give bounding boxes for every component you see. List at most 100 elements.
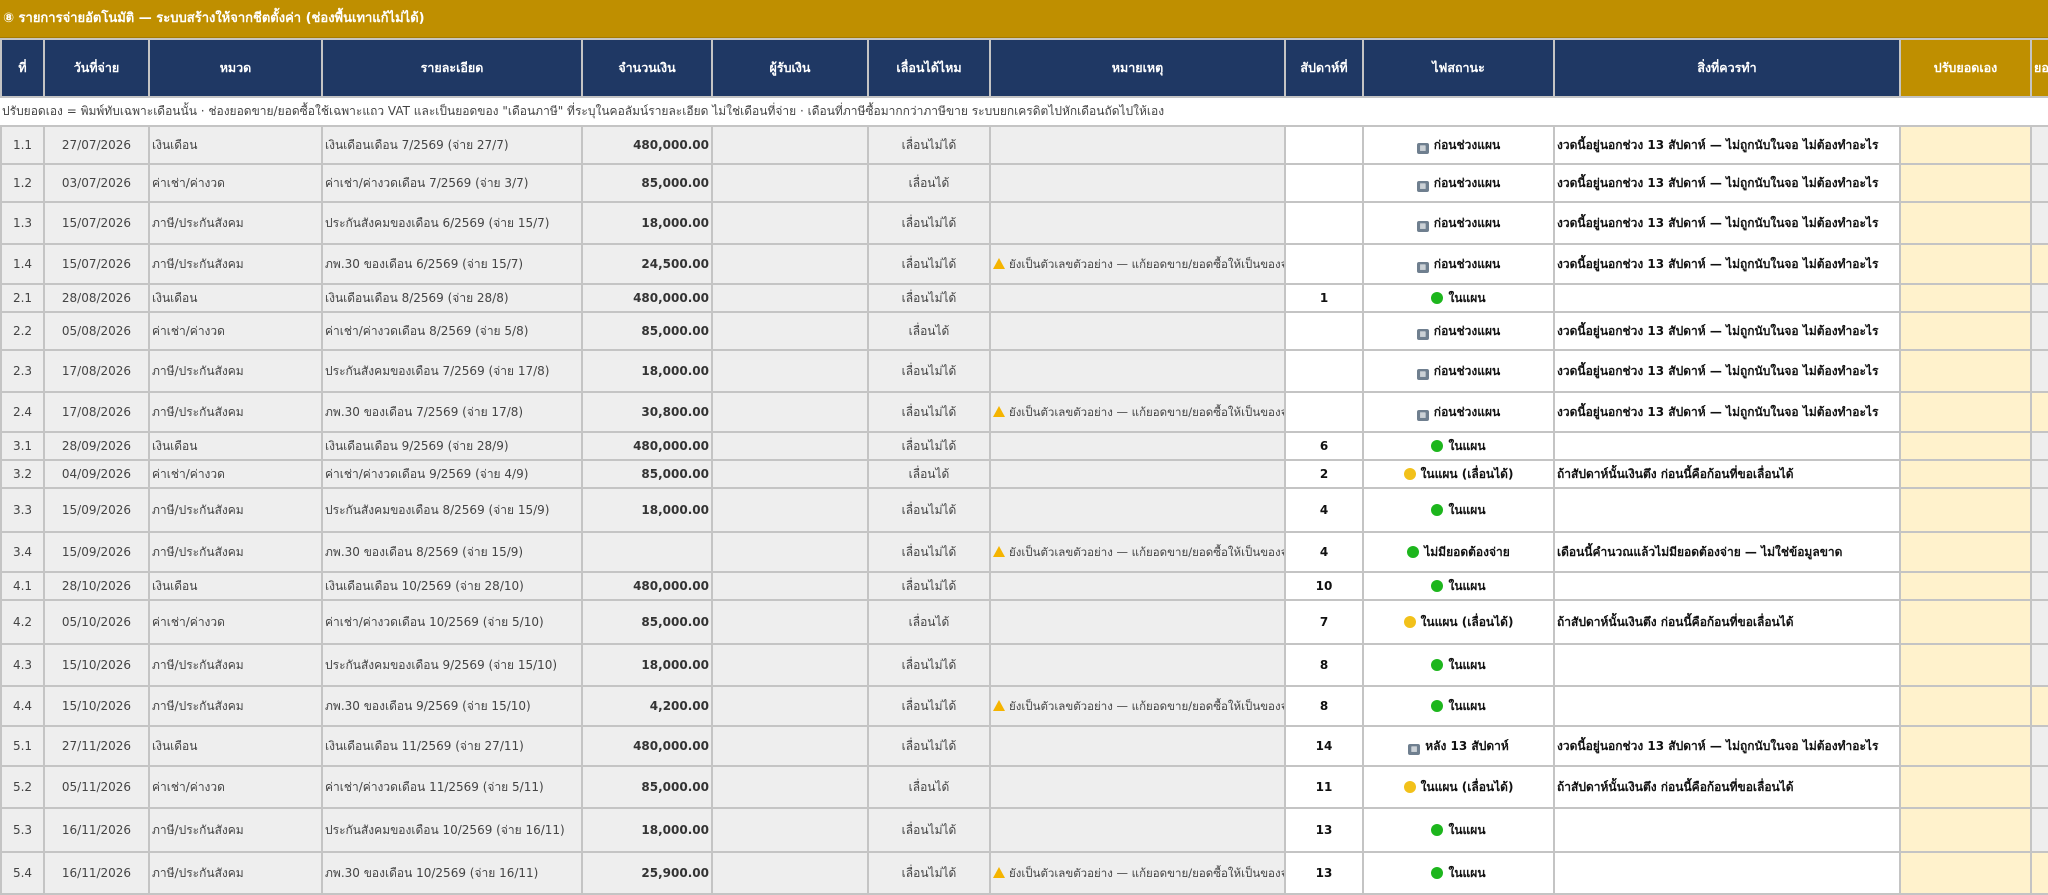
- table-row[interactable]: 2.3 17/08/2026 ภาษี/ประกันสังคม ประกันสังคม…: [0, 349, 2048, 393]
- table-row[interactable]: 2.1 28/08/2026 เงินเดือน เงินเดือนเดือน 8/2…: [0, 283, 2048, 313]
- status-light-cell[interactable]: ▦ ก่อนช่วงแผน: [1362, 201, 1555, 245]
- table-row[interactable]: 1.2 03/07/2026 ค่าเช่า/ค่างวด ค่าเช่า/ค่างว…: [0, 163, 2048, 203]
- col-header-detail[interactable]: รายละเอียด: [321, 38, 583, 98]
- manual-adjust-cell[interactable]: [1899, 571, 2032, 601]
- manual-adjust-cell[interactable]: [1899, 243, 2032, 285]
- manual-adjust-cell[interactable]: [1899, 431, 2032, 461]
- manual-adjust-cell[interactable]: [1899, 201, 2032, 245]
- col-header-week[interactable]: สัปดาห์ที่: [1284, 38, 1364, 98]
- recommended-action-cell[interactable]: ถ้าสัปดาห์นั้นเงินตึง ก่อนนี้คือก้อนที่ข…: [1553, 765, 1901, 809]
- status-light-cell[interactable]: ในแผน: [1362, 487, 1555, 533]
- status-light-cell[interactable]: ▦ ก่อนช่วงแผน: [1362, 243, 1555, 285]
- amount-cut-cell[interactable]: [2030, 531, 2048, 573]
- recommended-action-cell[interactable]: งวดนี้อยู่นอกช่วง 13 สัปดาห์ — ไม่ถูกนับ…: [1553, 243, 1901, 285]
- amount-cut-cell[interactable]: [2030, 243, 2048, 285]
- week-number-cell[interactable]: 14: [1284, 725, 1364, 767]
- manual-adjust-cell[interactable]: [1899, 725, 2032, 767]
- status-light-cell[interactable]: ▦ หลัง 13 สัปดาห์: [1362, 725, 1555, 767]
- week-number-cell[interactable]: [1284, 163, 1364, 203]
- status-light-cell[interactable]: ในแผน: [1362, 851, 1555, 895]
- manual-adjust-cell[interactable]: [1899, 807, 2032, 853]
- table-row[interactable]: 5.3 16/11/2026 ภาษี/ประกันสังคม ประกันสังคม…: [0, 807, 2048, 853]
- amount-cut-cell[interactable]: [2030, 765, 2048, 809]
- amount-cut-cell[interactable]: [2030, 725, 2048, 767]
- manual-adjust-cell[interactable]: [1899, 283, 2032, 313]
- status-light-cell[interactable]: ในแผน (เลื่อนได้): [1362, 459, 1555, 489]
- amount-cut-cell[interactable]: [2030, 685, 2048, 727]
- table-row[interactable]: 4.4 15/10/2026 ภาษี/ประกันสังคม ภพ.30 ของเด…: [0, 685, 2048, 727]
- week-number-cell[interactable]: 8: [1284, 685, 1364, 727]
- week-number-cell[interactable]: 10: [1284, 571, 1364, 601]
- amount-cut-cell[interactable]: [2030, 201, 2048, 245]
- status-light-cell[interactable]: ▦ ก่อนช่วงแผน: [1362, 391, 1555, 433]
- week-number-cell[interactable]: [1284, 391, 1364, 433]
- recommended-action-cell[interactable]: งวดนี้อยู่นอกช่วง 13 สัปดาห์ — ไม่ถูกนับ…: [1553, 311, 1901, 351]
- recommended-action-cell[interactable]: [1553, 807, 1901, 853]
- recommended-action-cell[interactable]: [1553, 685, 1901, 727]
- week-number-cell[interactable]: [1284, 311, 1364, 351]
- status-light-cell[interactable]: ▦ ก่อนช่วงแผน: [1362, 311, 1555, 351]
- table-row[interactable]: 5.2 05/11/2026 ค่าเช่า/ค่างวด ค่าเช่า/ค่างว…: [0, 765, 2048, 809]
- amount-cut-cell[interactable]: [2030, 599, 2048, 645]
- recommended-action-cell[interactable]: ถ้าสัปดาห์นั้นเงินตึง ก่อนนี้คือก้อนที่ข…: [1553, 459, 1901, 489]
- table-row[interactable]: 1.1 27/07/2026 เงินเดือน เงินเดือนเดือน 7/2…: [0, 125, 2048, 165]
- manual-adjust-cell[interactable]: [1899, 311, 2032, 351]
- manual-adjust-cell[interactable]: [1899, 391, 2032, 433]
- table-row[interactable]: 3.1 28/09/2026 เงินเดือน เงินเดือนเดือน 9/2…: [0, 431, 2048, 461]
- week-number-cell[interactable]: [1284, 125, 1364, 165]
- recommended-action-cell[interactable]: [1553, 487, 1901, 533]
- week-number-cell[interactable]: 11: [1284, 765, 1364, 809]
- amount-cut-cell[interactable]: [2030, 163, 2048, 203]
- recommended-action-cell[interactable]: [1553, 851, 1901, 895]
- col-header-category[interactable]: หมวด: [148, 38, 323, 98]
- table-row[interactable]: 3.2 04/09/2026 ค่าเช่า/ค่างวด ค่าเช่า/ค่างว…: [0, 459, 2048, 489]
- status-light-cell[interactable]: ในแผน (เลื่อนได้): [1362, 599, 1555, 645]
- week-number-cell[interactable]: 2: [1284, 459, 1364, 489]
- amount-cut-cell[interactable]: [2030, 431, 2048, 461]
- col-header-note[interactable]: หมายเหตุ: [989, 38, 1286, 98]
- week-number-cell[interactable]: 13: [1284, 807, 1364, 853]
- amount-cut-cell[interactable]: [2030, 487, 2048, 533]
- table-row[interactable]: 2.2 05/08/2026 ค่าเช่า/ค่างวด ค่าเช่า/ค่างว…: [0, 311, 2048, 351]
- status-light-cell[interactable]: ▦ ก่อนช่วงแผน: [1362, 349, 1555, 393]
- week-number-cell[interactable]: 4: [1284, 487, 1364, 533]
- status-light-cell[interactable]: ในแผน: [1362, 431, 1555, 461]
- amount-cut-cell[interactable]: [2030, 459, 2048, 489]
- amount-cut-cell[interactable]: [2030, 283, 2048, 313]
- col-header-amount-cut[interactable]: ยอด: [2030, 38, 2048, 98]
- manual-adjust-cell[interactable]: [1899, 765, 2032, 809]
- status-light-cell[interactable]: ในแผน: [1362, 643, 1555, 687]
- week-number-cell[interactable]: 4: [1284, 531, 1364, 573]
- col-header-amount[interactable]: จำนวนเงิน: [581, 38, 713, 98]
- manual-adjust-cell[interactable]: [1899, 163, 2032, 203]
- status-light-cell[interactable]: ในแผน: [1362, 807, 1555, 853]
- week-number-cell[interactable]: 7: [1284, 599, 1364, 645]
- recommended-action-cell[interactable]: [1553, 571, 1901, 601]
- recommended-action-cell[interactable]: [1553, 283, 1901, 313]
- table-row[interactable]: 4.2 05/10/2026 ค่าเช่า/ค่างวด ค่าเช่า/ค่างว…: [0, 599, 2048, 645]
- amount-cut-cell[interactable]: [2030, 349, 2048, 393]
- col-header-action[interactable]: สิ่งที่ควรทำ: [1553, 38, 1901, 98]
- table-row[interactable]: 2.4 17/08/2026 ภาษี/ประกันสังคม ภพ.30 ของเด…: [0, 391, 2048, 433]
- week-number-cell[interactable]: 6: [1284, 431, 1364, 461]
- col-header-status-light[interactable]: ไฟสถานะ: [1362, 38, 1555, 98]
- table-row[interactable]: 4.3 15/10/2026 ภาษี/ประกันสังคม ประกันสังคม…: [0, 643, 2048, 687]
- amount-cut-cell[interactable]: [2030, 851, 2048, 895]
- status-light-cell[interactable]: ▦ ก่อนช่วงแผน: [1362, 163, 1555, 203]
- status-light-cell[interactable]: ไม่มียอดต้องจ่าย: [1362, 531, 1555, 573]
- week-number-cell[interactable]: 8: [1284, 643, 1364, 687]
- recommended-action-cell[interactable]: งวดนี้อยู่นอกช่วง 13 สัปดาห์ — ไม่ถูกนับ…: [1553, 125, 1901, 165]
- table-row[interactable]: 1.4 15/07/2026 ภาษี/ประกันสังคม ภพ.30 ของเด…: [0, 243, 2048, 285]
- recommended-action-cell[interactable]: งวดนี้อยู่นอกช่วง 13 สัปดาห์ — ไม่ถูกนับ…: [1553, 201, 1901, 245]
- week-number-cell[interactable]: 1: [1284, 283, 1364, 313]
- amount-cut-cell[interactable]: [2030, 807, 2048, 853]
- amount-cut-cell[interactable]: [2030, 571, 2048, 601]
- week-number-cell[interactable]: 13: [1284, 851, 1364, 895]
- recommended-action-cell[interactable]: เดือนนี้คำนวณแล้วไม่มียอดต้องจ่าย — ไม่ใ…: [1553, 531, 1901, 573]
- table-row[interactable]: 3.4 15/09/2026 ภาษี/ประกันสังคม ภพ.30 ของเด…: [0, 531, 2048, 573]
- recommended-action-cell[interactable]: งวดนี้อยู่นอกช่วง 13 สัปดาห์ — ไม่ถูกนับ…: [1553, 391, 1901, 433]
- recommended-action-cell[interactable]: งวดนี้อยู่นอกช่วง 13 สัปดาห์ — ไม่ถูกนับ…: [1553, 725, 1901, 767]
- week-number-cell[interactable]: [1284, 243, 1364, 285]
- col-header-no[interactable]: ที่: [0, 38, 45, 98]
- recommended-action-cell[interactable]: ถ้าสัปดาห์นั้นเงินตึง ก่อนนี้คือก้อนที่ข…: [1553, 599, 1901, 645]
